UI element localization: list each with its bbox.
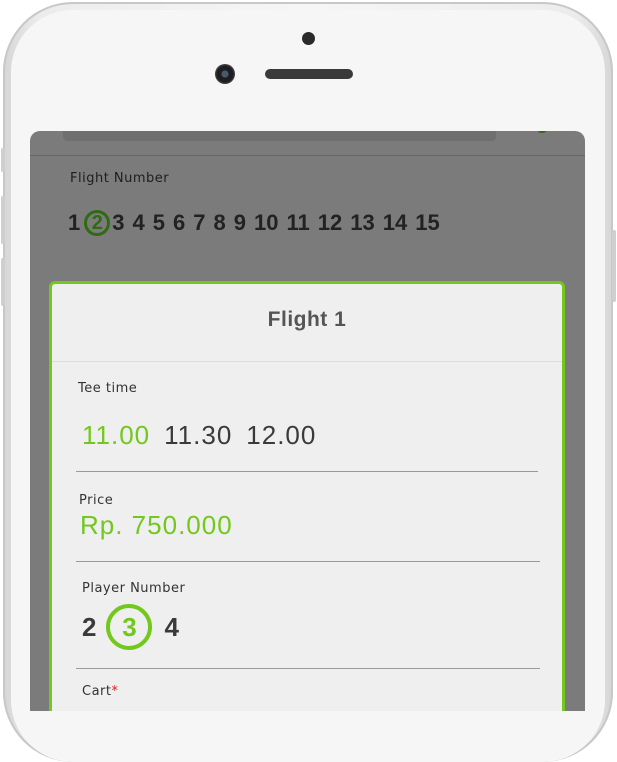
modal-title: Flight 1 <box>267 308 347 331</box>
check-icon[interactable] <box>508 131 550 139</box>
tee-time-option[interactable]: 11.30 <box>164 420 232 451</box>
flight-number-option[interactable]: 10 <box>254 210 278 236</box>
flight-number-option[interactable]: 3 <box>112 210 124 236</box>
flight-number-option[interactable]: 11 <box>286 210 309 236</box>
tee-time-options: 11.00 11.30 12.00 <box>82 420 330 451</box>
flight-number-option[interactable]: 13 <box>350 210 374 236</box>
divider <box>30 155 585 156</box>
player-number-option[interactable]: 2 <box>82 612 96 643</box>
flight-number-label: Flight Number <box>70 171 170 186</box>
power-button <box>612 230 616 302</box>
player-number-label: Player Number <box>82 581 186 596</box>
price-label: Price <box>79 493 114 508</box>
flight-number-option[interactable]: 9 <box>234 210 246 236</box>
flight-number-option[interactable]: 12 <box>318 210 342 236</box>
mute-switch <box>1 148 5 172</box>
player-number-option[interactable]: 4 <box>164 612 178 643</box>
tee-time-option[interactable]: 12.00 <box>246 420 316 451</box>
volume-down-button <box>1 258 5 306</box>
player-number-option[interactable]: 3 <box>106 604 153 650</box>
earpiece-speaker <box>265 69 353 79</box>
flight-modal: Flight 1 Tee time 11.00 11.30 12.00 Price … <box>49 281 565 711</box>
flight-number-option[interactable]: 15 <box>415 210 439 236</box>
modal-divider <box>52 361 562 362</box>
flight-number-option[interactable]: 7 <box>193 210 205 236</box>
flight-number-option[interactable]: 5 <box>153 210 165 236</box>
volume-up-button <box>1 196 5 244</box>
player-number-underline <box>76 668 540 669</box>
flight-number-selector: 1 2 3 4 5 6 7 8 9 10 11 12 13 14 15 <box>68 208 448 238</box>
player-number-options: 234 <box>82 604 189 650</box>
search-bar[interactable] <box>63 131 496 141</box>
app-screen: Flight Number 1 2 3 4 5 6 7 8 9 10 11 12 13 14 15 Flig… <box>30 131 585 711</box>
tee-time-underline <box>76 471 538 472</box>
cart-label: Cart* <box>82 684 119 699</box>
price-underline <box>76 561 540 562</box>
flight-number-option[interactable]: 4 <box>133 210 145 236</box>
cart-label-text: Cart <box>82 684 112 699</box>
front-camera <box>215 64 235 84</box>
flight-number-option[interactable]: 14 <box>383 210 407 236</box>
proximity-sensor <box>302 32 315 45</box>
flight-number-option[interactable]: 1 <box>68 210 80 236</box>
flight-number-option[interactable]: 6 <box>173 210 185 236</box>
tee-time-label: Tee time <box>78 381 138 396</box>
price-value: Rp. 750.000 <box>80 510 233 540</box>
tee-time-option[interactable]: 11.00 <box>82 420 150 451</box>
flight-number-option[interactable]: 8 <box>214 210 226 236</box>
flight-number-option[interactable]: 2 <box>84 210 111 236</box>
required-mark: * <box>111 684 119 699</box>
